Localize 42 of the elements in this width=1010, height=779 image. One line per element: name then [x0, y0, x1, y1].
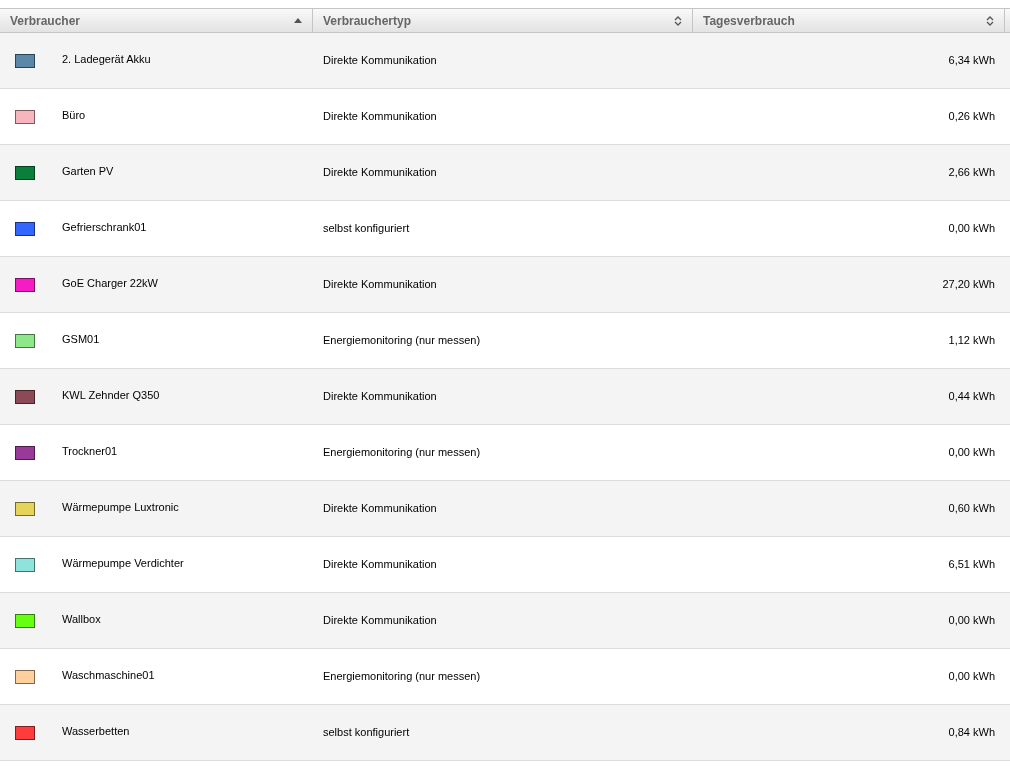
- table-cell-text: Garten PV: [62, 164, 114, 180]
- column-header[interactable]: Verbraucher: [0, 9, 313, 32]
- column-header[interactable]: Verbrauchertyp: [313, 9, 693, 32]
- table-cell-text: Wärmepumpe Verdichter: [62, 556, 184, 572]
- table-cell: 6,34 kWh: [948, 54, 995, 67]
- table-cell: selbst konfiguriert: [323, 222, 410, 235]
- table-cell: Energiemonitoring (nur messen): [323, 670, 481, 683]
- table-cell-text: Waschmaschine01: [62, 668, 155, 684]
- table-cell: Direkte Kommunikation: [323, 166, 437, 179]
- table-cell: 0,00 kWh: [948, 446, 995, 459]
- table-cell: 0,00 kWh: [948, 614, 995, 627]
- table-cell: 1,12 kWh: [948, 334, 995, 347]
- table-cell-text: Wärmepumpe Luxtronic: [62, 500, 179, 516]
- table-cell-text: KWL Zehnder Q350: [62, 388, 160, 404]
- column-header[interactable]: Tagesverbrauch: [693, 9, 1005, 32]
- table-cell-text: Büro: [62, 108, 86, 124]
- table-cell: Direkte Kommunikation: [323, 390, 437, 403]
- table-cell: 2,66 kWh: [948, 166, 995, 179]
- table-cell: Energiemonitoring (nur messen): [323, 334, 481, 347]
- table-cell: Direkte Kommunikation: [323, 558, 437, 571]
- table-cell: Direkte Kommunikation: [323, 502, 437, 515]
- table-cell: selbst konfiguriert: [323, 726, 410, 739]
- table-cell-text: Gefrierschrank01: [62, 220, 147, 236]
- table-cell: 0,00 kWh: [948, 670, 995, 683]
- table-cell: 0,84 kWh: [948, 726, 995, 739]
- table-cell: Direkte Kommunikation: [323, 614, 437, 627]
- table-cell-text: GSM01: [62, 332, 100, 348]
- table-cell: 0,60 kWh: [948, 502, 995, 515]
- table-cell-text: GoE Charger 22kW: [62, 276, 158, 292]
- table-cell-text: Wallbox: [62, 612, 101, 628]
- table-cell: 27,20 kWh: [942, 278, 995, 291]
- table-cell: 0,00 kWh: [948, 222, 995, 235]
- table-cell-text: Trockner01: [62, 444, 118, 460]
- table-cell: Direkte Kommunikation: [323, 110, 437, 123]
- table-cell-text: 2. Ladegerät Akku: [62, 52, 151, 68]
- table-cell-text: Wasserbetten: [62, 724, 130, 740]
- table-cell: Direkte Kommunikation: [323, 54, 437, 67]
- table-cell: 0,44 kWh: [948, 390, 995, 403]
- table-cell: Direkte Kommunikation: [323, 278, 437, 291]
- table-cell: 6,51 kWh: [948, 558, 995, 571]
- table-cell: Energiemonitoring (nur messen): [323, 446, 481, 459]
- table-cell: 0,26 kWh: [948, 110, 995, 123]
